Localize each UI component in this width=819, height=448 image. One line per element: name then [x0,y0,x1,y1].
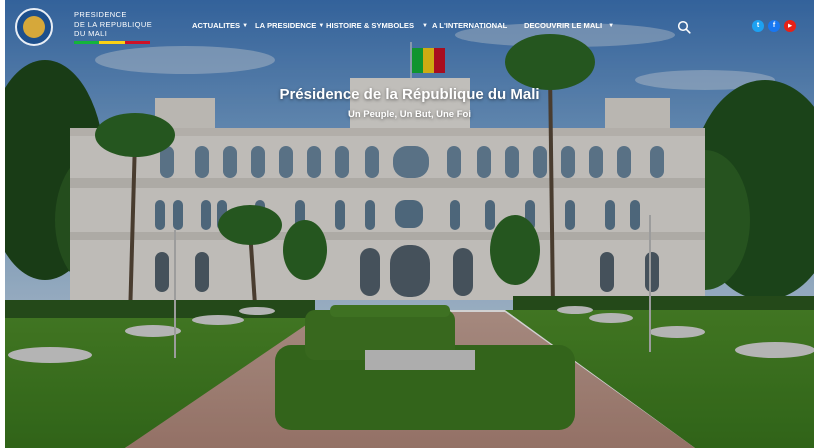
page: PRESIDENCE DE LA REPUBLIQUE DU MALI ACTU… [5,0,814,448]
nav-label: HISTOIRE & SYMBOLES [326,21,415,30]
twitter-icon[interactable]: t [752,20,764,32]
nav-la-presidence[interactable]: LA PRESIDENCE ▼ [255,21,324,33]
chevron-down-icon: ▼ [318,23,325,29]
brand-title[interactable]: PRESIDENCE DE LA REPUBLIQUE DU MALI [74,10,152,39]
brand-line: PRESIDENCE [74,10,127,19]
youtube-icon[interactable]: ▶ [784,20,796,32]
nav-actualites[interactable]: ACTUALITES ▼ [192,21,248,33]
chevron-down-icon: ▼ [242,23,249,29]
facebook-icon[interactable]: f [768,20,780,32]
flag-color-bar [74,41,150,44]
hero-subtitle: Un Peuple, Un But, Une Foi [348,109,471,120]
nav-label: DECOUVRIR LE MALI [524,21,603,30]
nav-international[interactable]: A L'INTERNATIONAL [432,21,507,33]
hero-background-image [5,0,814,448]
chevron-down-icon: ▼ [608,23,615,29]
search-icon[interactable] [677,20,691,34]
nav-label: ACTUALITES [192,21,241,30]
brand-line: DU MALI [74,29,108,38]
chevron-down-icon: ▼ [422,23,428,29]
nav-label: LA PRESIDENCE [255,21,317,30]
brand-line: DE LA REPUBLIQUE [74,19,153,29]
nav-histoire-symboles[interactable]: HISTOIRE & SYMBOLES ▼ [326,21,428,33]
hero-title: Présidence de la République du Mali [279,86,540,103]
nav-label: A L'INTERNATIONAL [432,21,508,30]
nav-decouvrir-le-mali[interactable]: DECOUVRIR LE MALI ▼ [524,21,614,33]
coat-of-arms-icon [23,16,45,38]
presidency-logo[interactable] [15,8,53,46]
